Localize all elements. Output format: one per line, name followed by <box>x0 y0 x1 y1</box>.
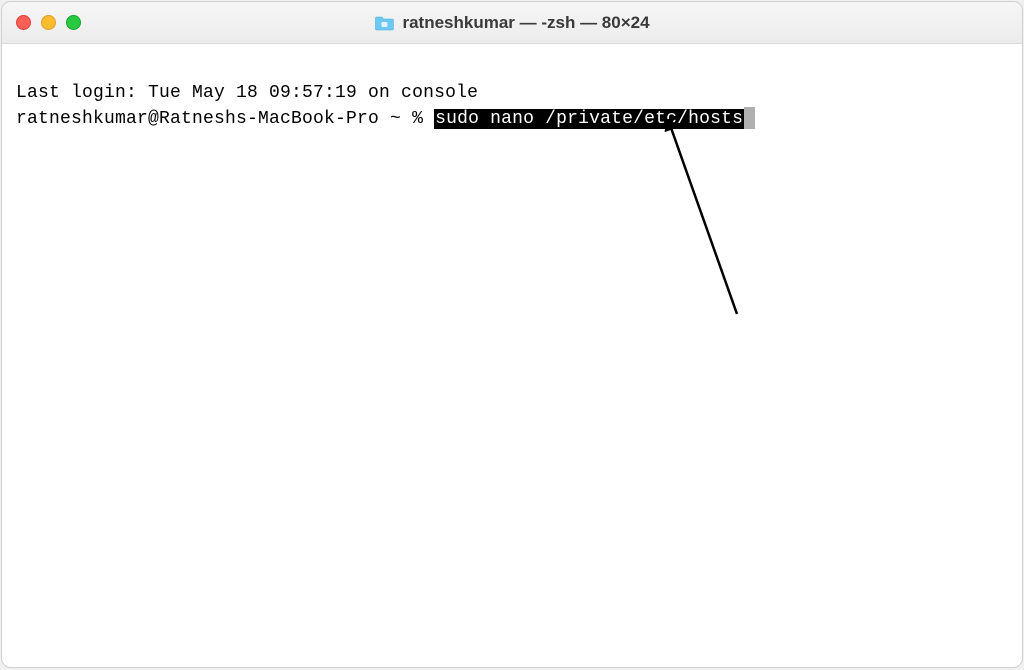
cursor <box>744 107 755 129</box>
title-bar: ratneshkumar — -zsh — 80×24 <box>2 2 1022 44</box>
window-title: ratneshkumar — -zsh — 80×24 <box>402 13 649 33</box>
command-text-selected: sudo nano /private/etc/hosts <box>434 109 744 129</box>
terminal-window: ratneshkumar — -zsh — 80×24 Last login: … <box>1 1 1023 668</box>
folder-icon <box>374 15 394 31</box>
traffic-lights <box>16 15 81 30</box>
maximize-button[interactable] <box>66 15 81 30</box>
minimize-button[interactable] <box>41 15 56 30</box>
terminal-body[interactable]: Last login: Tue May 18 09:57:19 on conso… <box>2 44 1022 667</box>
window-title-container: ratneshkumar — -zsh — 80×24 <box>374 13 649 33</box>
last-login-line: Last login: Tue May 18 09:57:19 on conso… <box>16 83 478 103</box>
close-button[interactable] <box>16 15 31 30</box>
annotation-arrow <box>602 119 762 319</box>
shell-prompt: ratneshkumar@Ratneshs-MacBook-Pro ~ % <box>16 109 434 129</box>
